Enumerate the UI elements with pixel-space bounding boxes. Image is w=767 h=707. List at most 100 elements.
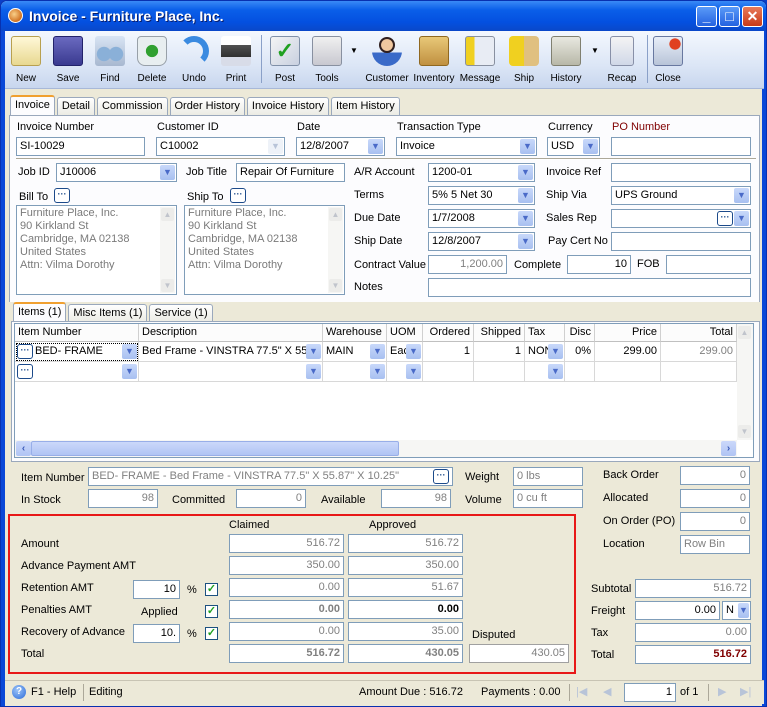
chevron-down-icon[interactable]: ▼ (738, 603, 749, 618)
customer-id-field[interactable]: C10002 ▼ (156, 137, 285, 156)
invoice-number-field[interactable]: SI-10029 (16, 137, 145, 156)
column-header-price[interactable]: Price (595, 324, 661, 342)
chevron-down-icon[interactable]: ▼ (518, 188, 533, 203)
sales-rep-select[interactable]: ··· ▼ (611, 209, 751, 228)
scroll-down-icon[interactable]: ▼ (161, 279, 174, 292)
scroll-down-icon[interactable]: ▼ (329, 279, 342, 292)
chevron-down-icon[interactable]: ▼ (306, 344, 321, 359)
cell-item-number[interactable]: ··· ▼ (15, 362, 139, 382)
recap-button[interactable]: Recap (601, 34, 643, 88)
tab-commission[interactable]: Commission (96, 97, 168, 115)
sales-rep-ellipsis-button[interactable]: ··· (717, 211, 733, 226)
cell-ordered[interactable]: 1 (423, 342, 474, 362)
close-button[interactable]: Close (647, 34, 689, 88)
last-record-icon[interactable]: ▶| (740, 685, 751, 698)
history-dropdown-icon[interactable]: ▼ (591, 46, 599, 55)
history-button[interactable]: History (545, 34, 587, 88)
penalties-approved-field[interactable]: 0.00 (348, 600, 463, 619)
tools-dropdown-icon[interactable]: ▼ (350, 46, 358, 55)
item-number-ellipsis-button[interactable]: ··· (433, 469, 449, 484)
cell-ordered[interactable] (423, 362, 474, 382)
cell-price[interactable]: 299.00 (595, 342, 661, 362)
cell-item-number[interactable]: ··· BED- FRAME ▼ (15, 342, 139, 362)
column-header-total[interactable]: Total (661, 324, 737, 342)
ship-to-address[interactable]: Furniture Place, Inc. 90 Kirkland St Cam… (184, 205, 345, 295)
ship-via-select[interactable]: UPS Ground ▼ (611, 186, 751, 205)
job-title-field[interactable]: Repair Of Furniture (236, 163, 345, 182)
cell-warehouse[interactable]: ▼ (323, 362, 387, 382)
help-hint[interactable]: F1 - Help (31, 686, 76, 698)
cell-warehouse[interactable]: MAIN ▼ (323, 342, 387, 362)
item-ellipsis-button[interactable]: ··· (17, 344, 33, 359)
pay-cert-no-field[interactable] (611, 232, 751, 251)
transaction-type-select[interactable]: Invoice ▼ (396, 137, 537, 156)
tab-order-history[interactable]: Order History (169, 97, 245, 115)
tab-invoice-history[interactable]: Invoice History (246, 97, 330, 115)
chevron-down-icon[interactable]: ▼ (518, 211, 533, 226)
chevron-down-icon[interactable]: ▼ (122, 364, 137, 379)
column-header-uom[interactable]: UOM (387, 324, 423, 342)
message-button[interactable]: Message (458, 34, 502, 88)
cell-disc[interactable]: 0% (565, 342, 595, 362)
bill-to-scrollbar[interactable]: ▲ ▼ (160, 207, 175, 293)
cell-uom[interactable]: Eac ▼ (387, 342, 423, 362)
recovery-percent-field[interactable]: 10. (133, 624, 180, 643)
scroll-down-icon[interactable]: ▼ (738, 425, 751, 438)
chevron-down-icon[interactable]: ▼ (583, 139, 598, 154)
chevron-down-icon[interactable]: ▼ (160, 165, 175, 180)
terms-select[interactable]: 5% 5 Net 30 ▼ (428, 186, 535, 205)
freight-code-select[interactable]: N ▼ (722, 601, 751, 620)
chevron-down-icon[interactable]: ▼ (370, 344, 385, 359)
scroll-up-icon[interactable]: ▲ (738, 326, 751, 339)
penalties-checkbox[interactable]: ✓ (205, 605, 218, 618)
cell-shipped[interactable] (474, 362, 525, 382)
chevron-down-icon[interactable]: ▼ (406, 344, 421, 359)
scroll-left-icon[interactable]: ‹ (16, 441, 31, 456)
previous-record-icon[interactable]: ◀ (603, 685, 611, 698)
scroll-up-icon[interactable]: ▲ (329, 208, 342, 221)
due-date-field[interactable]: 1/7/2008 ▼ (428, 209, 535, 228)
notes-field[interactable] (428, 278, 751, 297)
contract-value-field[interactable]: 1,200.00 (428, 255, 507, 274)
tab-service[interactable]: Service (1) (149, 304, 213, 322)
save-button[interactable]: Save (47, 34, 89, 88)
currency-select[interactable]: USD ▼ (547, 137, 600, 156)
help-icon[interactable]: ? (12, 685, 26, 699)
po-number-field[interactable] (611, 137, 751, 156)
scroll-up-icon[interactable]: ▲ (161, 208, 174, 221)
column-header-ordered[interactable]: Ordered (423, 324, 474, 342)
chevron-down-icon[interactable]: ▼ (520, 139, 535, 154)
chevron-down-icon[interactable]: ▼ (370, 364, 385, 379)
tab-invoice[interactable]: Invoice (10, 95, 55, 115)
date-field[interactable]: 12/8/2007 ▼ (296, 137, 385, 156)
ship-to-ellipsis-button[interactable]: ··· (230, 188, 246, 203)
record-number-field[interactable]: 1 (624, 683, 676, 702)
column-header-shipped[interactable]: Shipped (474, 324, 525, 342)
column-header-disc[interactable]: Disc (565, 324, 595, 342)
chevron-down-icon[interactable]: ▼ (548, 344, 563, 359)
chevron-down-icon[interactable]: ▼ (734, 188, 749, 203)
chevron-down-icon[interactable]: ▼ (406, 364, 421, 379)
next-record-icon[interactable]: ▶ (718, 685, 726, 698)
chevron-down-icon[interactable]: ▼ (548, 364, 563, 379)
bill-to-ellipsis-button[interactable]: ··· (54, 188, 70, 203)
job-id-select[interactable]: J10006 ▼ (56, 163, 177, 182)
cell-price[interactable] (595, 362, 661, 382)
column-header-description[interactable]: Description (139, 324, 323, 342)
penalties-claimed-field[interactable]: 0.00 (229, 600, 344, 619)
cell-tax[interactable]: ▼ (525, 362, 565, 382)
chevron-down-icon[interactable]: ▼ (306, 364, 321, 379)
cell-shipped[interactable]: 1 (474, 342, 525, 362)
post-button[interactable]: ✓ Post (264, 34, 306, 88)
item-number-info-field[interactable]: BED- FRAME - Bed Frame - VINSTRA 77.5" X… (88, 467, 453, 486)
ship-button[interactable]: Ship (503, 34, 545, 88)
minimize-button[interactable]: _ (696, 6, 717, 27)
maximize-button[interactable]: □ (719, 6, 740, 27)
column-header-warehouse[interactable]: Warehouse (323, 324, 387, 342)
undo-button[interactable]: Undo (173, 34, 215, 88)
ship-date-field[interactable]: 12/8/2007 ▼ (428, 232, 535, 251)
cell-description[interactable]: ▼ (139, 362, 323, 382)
tab-items[interactable]: Items (1) (13, 302, 67, 322)
retention-checkbox[interactable]: ✓ (205, 583, 218, 596)
chevron-down-icon[interactable]: ▼ (734, 211, 749, 226)
